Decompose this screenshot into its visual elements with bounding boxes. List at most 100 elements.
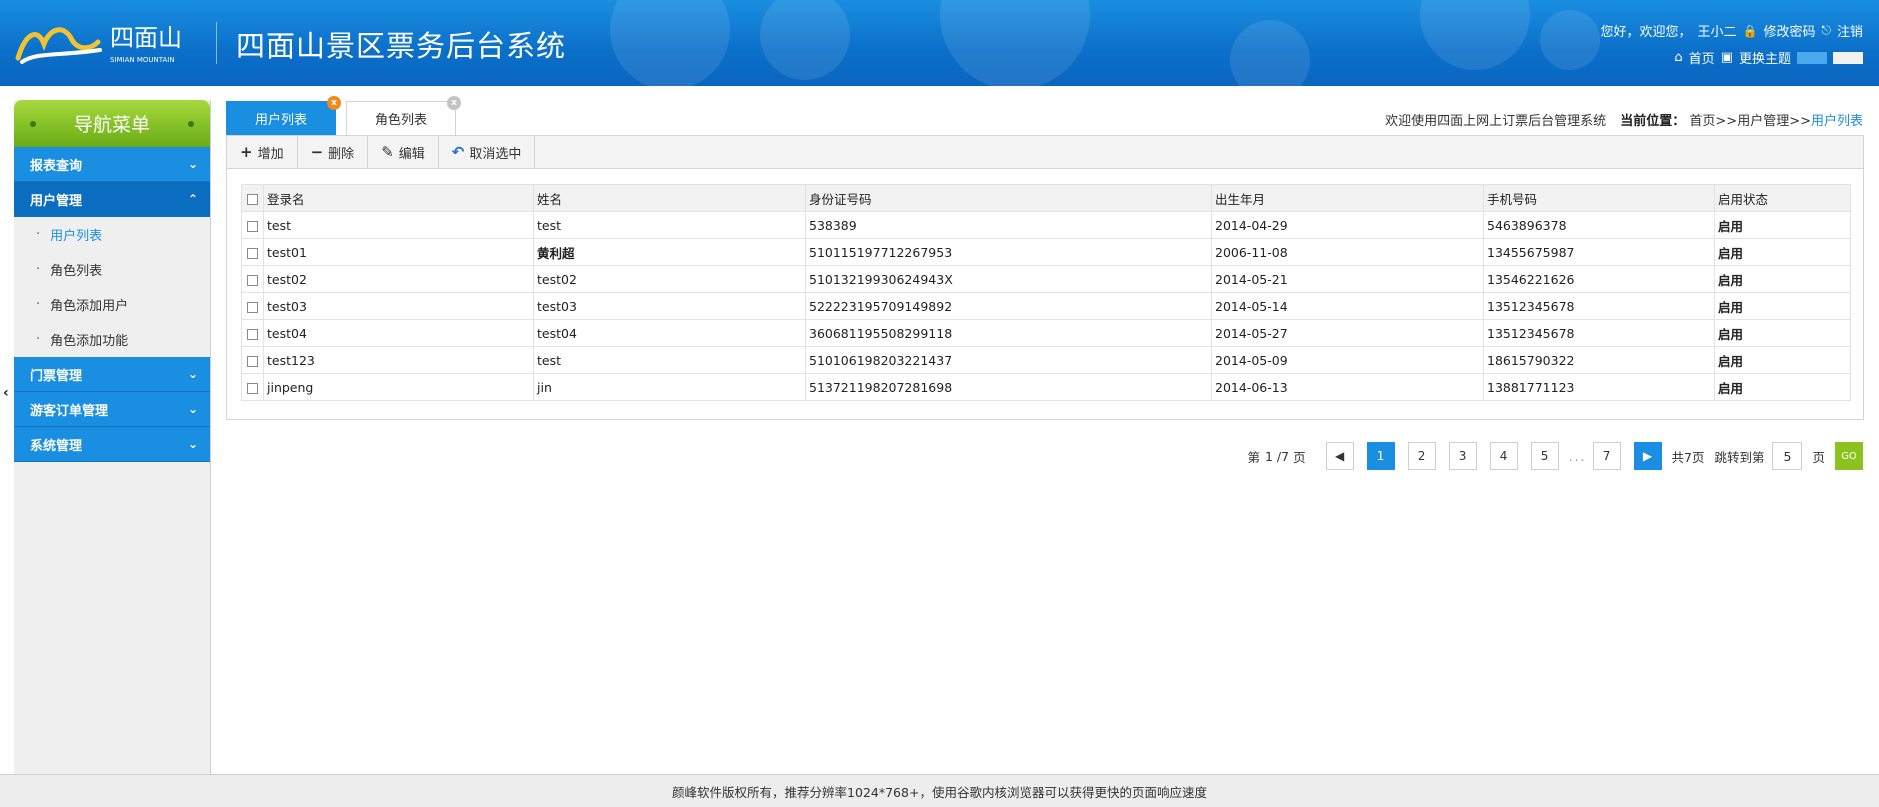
table-row[interactable]: test test 538389 2014-04-29 5463896378 启… xyxy=(241,211,1851,239)
sidebar-item-role-add-function[interactable]: · 角色添加功能 xyxy=(14,322,210,357)
delete-button[interactable]: − 删除 xyxy=(298,136,369,168)
chevron-up-icon: ⌃ xyxy=(187,192,198,206)
site-logo[interactable]: 四面山 SIMIAN MOUNTAIN xyxy=(14,14,204,70)
svg-text:SIMIAN MOUNTAIN: SIMIAN MOUNTAIN xyxy=(110,56,175,64)
jump-label: 跳转到第 xyxy=(1714,449,1765,465)
sidebar: 导航菜单 报表查询 ⌄ 用户管理 ⌃ · 用户列表 · 角色列表 · 角色添加用… xyxy=(14,100,211,774)
row-checkbox[interactable] xyxy=(247,301,258,313)
sidebar-group-user-management[interactable]: 用户管理 ⌃ xyxy=(14,182,210,217)
undo-icon: ↶ xyxy=(451,143,465,161)
tab-role-list[interactable]: 角色列表 xyxy=(346,101,456,135)
cell-id-number: 360681195508299118 xyxy=(805,319,1212,347)
bg-bubble xyxy=(760,0,850,80)
page-button-3[interactable]: 3 xyxy=(1448,442,1477,470)
select-all-checkbox[interactable] xyxy=(247,193,258,205)
theme-swatch-gray[interactable] xyxy=(1833,51,1863,64)
sidebar-group-label: 报表查询 xyxy=(30,158,83,174)
tab-user-list[interactable]: 用户列表 xyxy=(226,101,336,135)
cell-birth: 2006-11-08 xyxy=(1211,238,1484,266)
lock-icon: 🔒 xyxy=(1742,23,1758,38)
cell-name: test04 xyxy=(533,319,806,347)
table-row[interactable]: test123 test 510106198203221437 2014-05-… xyxy=(241,346,1851,374)
cell-status: 启用 xyxy=(1714,373,1851,401)
logout-link[interactable]: 注销 xyxy=(1837,21,1863,40)
cell-birth: 2014-06-13 xyxy=(1211,373,1484,401)
close-icon[interactable]: x xyxy=(327,96,341,110)
cell-phone: 13512345678 xyxy=(1483,319,1715,347)
page-button-4[interactable]: 4 xyxy=(1489,442,1518,470)
username: 王小二 xyxy=(1697,25,1737,40)
add-button[interactable]: + 增加 xyxy=(227,136,298,168)
page-button-last[interactable]: 7 xyxy=(1592,442,1621,470)
column-header: 启用状态 xyxy=(1714,184,1851,212)
page-button-5[interactable]: 5 xyxy=(1530,442,1559,470)
cell-birth: 2014-05-14 xyxy=(1211,292,1484,320)
cell-id-number: 538389 xyxy=(805,211,1212,239)
breadcrumb-label: 当前位置： xyxy=(1620,114,1686,129)
table-row[interactable]: test01 黄利超 510115197712267953 2006-11-08… xyxy=(241,238,1851,266)
sidebar-item-user-list[interactable]: · 用户列表 xyxy=(14,217,210,252)
row-select-cell xyxy=(241,265,264,293)
prev-page-button[interactable]: ◀ xyxy=(1325,442,1354,470)
svg-text:四面山: 四面山 xyxy=(110,24,182,52)
breadcrumb-path[interactable]: 首页>>用户管理>> xyxy=(1689,114,1811,129)
chevron-down-icon: ⌄ xyxy=(187,157,198,171)
theme-swatch-blue[interactable] xyxy=(1797,51,1827,64)
cell-birth: 2014-04-29 xyxy=(1211,211,1484,239)
jump-page-input[interactable]: 5 xyxy=(1772,442,1803,470)
cell-login: jinpeng xyxy=(263,373,534,401)
cell-name: test02 xyxy=(533,265,806,293)
sidebar-group-reports[interactable]: 报表查询 ⌄ xyxy=(14,147,210,182)
cell-id-number: 513721198207281698 xyxy=(805,373,1212,401)
nav-menu-title: 导航菜单 xyxy=(14,100,210,147)
page-suffix: 页 xyxy=(1293,449,1306,465)
sidebar-item-label: 用户列表 xyxy=(50,229,103,244)
table-row[interactable]: test04 test04 360681195508299118 2014-05… xyxy=(241,319,1851,347)
row-select-cell xyxy=(241,238,264,266)
cell-phone: 13512345678 xyxy=(1483,292,1715,320)
sidebar-item-label: 角色列表 xyxy=(50,264,103,279)
row-select-cell xyxy=(241,346,264,374)
go-button[interactable]: GO xyxy=(1835,442,1863,470)
cell-phone: 13546221626 xyxy=(1483,265,1715,293)
change-password-link[interactable]: 修改密码 xyxy=(1763,21,1815,40)
row-checkbox[interactable] xyxy=(247,328,258,340)
change-theme-link[interactable]: 更换主题 xyxy=(1739,48,1791,67)
page-button-1[interactable]: 1 xyxy=(1366,442,1395,470)
page-button-2[interactable]: 2 xyxy=(1407,442,1436,470)
user-table: 登录名 姓名 身份证号码 出生年月 手机号码 启用状态 test test 53… xyxy=(241,184,1851,401)
plus-icon: + xyxy=(240,143,253,161)
column-header: 姓名 xyxy=(533,184,806,212)
next-page-button[interactable]: ▶ xyxy=(1633,442,1662,470)
row-checkbox[interactable] xyxy=(247,274,258,286)
sidebar-group-system[interactable]: 系统管理 ⌄ xyxy=(14,427,210,462)
home-link[interactable]: 首页 xyxy=(1689,48,1715,67)
table-row[interactable]: jinpeng jin 513721198207281698 2014-06-1… xyxy=(241,373,1851,401)
bullet-icon: · xyxy=(36,332,41,347)
row-checkbox[interactable] xyxy=(247,220,258,232)
row-checkbox[interactable] xyxy=(247,247,258,259)
row-checkbox[interactable] xyxy=(247,355,258,367)
cell-login: test04 xyxy=(263,319,534,347)
row-checkbox[interactable] xyxy=(247,382,258,394)
chevron-down-icon: ⌄ xyxy=(187,367,198,381)
sidebar-item-role-list[interactable]: · 角色列表 xyxy=(14,252,210,287)
cancel-selection-button[interactable]: ↶ 取消选中 xyxy=(439,136,536,168)
table-row[interactable]: test02 test02 51013219930624943X 2014-05… xyxy=(241,265,1851,293)
sidebar-item-role-add-user[interactable]: · 角色添加用户 xyxy=(14,287,210,322)
table-row[interactable]: test03 test03 522223195709149892 2014-05… xyxy=(241,292,1851,320)
close-icon[interactable]: x xyxy=(447,96,461,110)
cell-login: test123 xyxy=(263,346,534,374)
sidebar-group-tickets[interactable]: 门票管理 ⌄ xyxy=(14,357,210,392)
tab-label: 用户列表 xyxy=(254,112,307,128)
breadcrumb-current: 用户列表 xyxy=(1810,114,1863,129)
edit-button-label: 编辑 xyxy=(398,146,425,162)
bullet-icon: · xyxy=(36,262,41,277)
collapse-sidebar-icon[interactable]: ‹ xyxy=(3,385,9,401)
sidebar-group-label: 系统管理 xyxy=(30,438,83,454)
row-select-cell xyxy=(241,319,264,347)
nav-menu-title-text: 导航菜单 xyxy=(73,114,150,136)
sidebar-group-orders[interactable]: 游客订单管理 ⌄ xyxy=(14,392,210,427)
edit-button[interactable]: ✎ 编辑 xyxy=(368,136,439,168)
content-panel: + 增加 − 删除 ✎ 编辑 ↶ 取消选中 登录名 姓名 身份证号码 出生年月 … xyxy=(226,135,1864,420)
